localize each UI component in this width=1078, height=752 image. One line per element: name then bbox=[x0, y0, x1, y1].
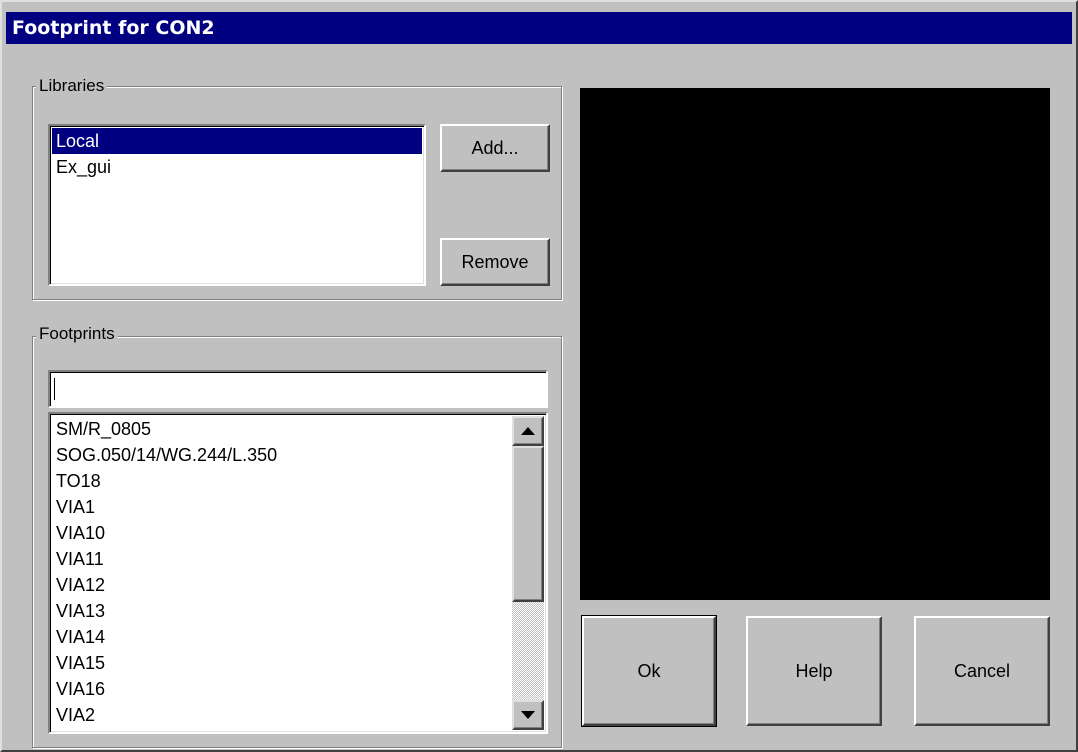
add-library-label: Add... bbox=[471, 137, 519, 158]
footprint-item[interactable]: VIA16 bbox=[52, 676, 512, 702]
window-title: Footprint for CON2 bbox=[12, 17, 215, 39]
ok-label: Ok bbox=[637, 660, 661, 681]
footprint-filter-input[interactable] bbox=[48, 370, 548, 408]
add-library-button[interactable]: Add... bbox=[440, 124, 550, 172]
footprint-item[interactable]: VIA14 bbox=[52, 624, 512, 650]
footprints-group-label: Footprints bbox=[36, 324, 118, 344]
footprint-item[interactable]: TO18 bbox=[52, 468, 512, 494]
footprint-item[interactable]: VIA15 bbox=[52, 650, 512, 676]
library-item[interactable]: Ex_gui bbox=[52, 154, 422, 180]
footprint-item[interactable]: VIA10 bbox=[52, 520, 512, 546]
libraries-list[interactable]: Local Ex_gui bbox=[48, 124, 426, 286]
title-bar[interactable]: Footprint for CON2 bbox=[6, 12, 1072, 44]
help-label: Help bbox=[795, 660, 833, 681]
scroll-up-button[interactable] bbox=[512, 416, 544, 446]
remove-library-button[interactable]: Remove bbox=[440, 238, 550, 286]
dialog-window: Footprint for CON2 Libraries Local Ex_gui… bbox=[0, 0, 1078, 752]
footprint-item[interactable]: VIA2 bbox=[52, 702, 512, 728]
scroll-thumb[interactable] bbox=[512, 446, 544, 602]
libraries-group-label: Libraries bbox=[36, 76, 108, 96]
text-caret bbox=[54, 378, 55, 400]
footprints-scrollbar[interactable] bbox=[512, 416, 544, 730]
scroll-down-button[interactable] bbox=[512, 700, 544, 730]
arrow-up-icon bbox=[521, 427, 535, 435]
library-item[interactable]: Local bbox=[52, 128, 422, 154]
footprint-item[interactable]: VIA12 bbox=[52, 572, 512, 598]
footprint-preview bbox=[580, 88, 1050, 600]
libraries-list-items: Local Ex_gui bbox=[52, 128, 422, 180]
footprints-list[interactable]: SM/R_0805 SOG.050/14/WG.244/L.350 TO18 VIA1… bbox=[48, 412, 548, 734]
footprint-item[interactable]: VIA11 bbox=[52, 546, 512, 572]
footprint-item[interactable]: VIA1 bbox=[52, 494, 512, 520]
arrow-down-icon bbox=[521, 711, 535, 719]
ok-button[interactable]: Ok bbox=[581, 615, 717, 727]
footprint-item[interactable]: SM/R_0805 bbox=[52, 416, 512, 442]
footprint-item[interactable]: SOG.050/14/WG.244/L.350 bbox=[52, 442, 512, 468]
footprint-item[interactable]: VIA13 bbox=[52, 598, 512, 624]
cancel-button[interactable]: Cancel bbox=[914, 616, 1050, 726]
cancel-label: Cancel bbox=[953, 660, 1011, 681]
help-button[interactable]: Help bbox=[746, 616, 882, 726]
remove-library-label: Remove bbox=[461, 251, 529, 272]
footprints-list-items: SM/R_0805 SOG.050/14/WG.244/L.350 TO18 VIA1… bbox=[52, 416, 512, 728]
